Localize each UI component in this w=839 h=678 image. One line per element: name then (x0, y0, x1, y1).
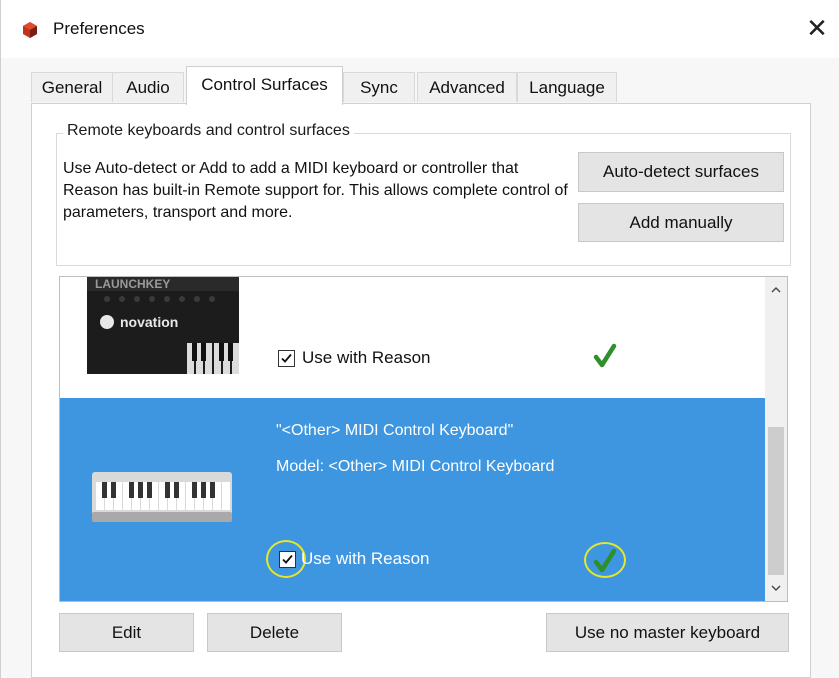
add-manually-button[interactable]: Add manually (578, 203, 784, 242)
reason-app-icon (23, 22, 37, 38)
green-check-icon (593, 548, 617, 573)
midi-keyboard-thumbnail (92, 472, 232, 522)
delete-button[interactable]: Delete (207, 613, 342, 652)
group-title: Remote keyboards and control surfaces (63, 122, 354, 140)
list-item-selected[interactable]: "<Other> MIDI Control Keyboard" Model: <… (60, 398, 765, 601)
tab-sync[interactable]: Sync (343, 72, 415, 102)
scroll-down-arrow-icon[interactable] (765, 577, 787, 599)
scroll-up-arrow-icon[interactable] (765, 279, 787, 301)
highlight-circle-checkbox (266, 540, 306, 578)
novation-keyboard-thumbnail: LAUNCHKEY novation (87, 277, 239, 374)
scroll-thumb[interactable] (768, 427, 784, 575)
list-item[interactable]: LAUNCHKEY novation Use with Reason (60, 277, 765, 398)
title-bar: Preferences ✕ (1, 0, 839, 58)
edit-button[interactable]: Edit (59, 613, 194, 652)
green-check-icon (593, 343, 617, 368)
group-description: Use Auto-detect or Add to add a MIDI key… (63, 160, 568, 221)
tab-control-surfaces[interactable]: Control Surfaces (186, 66, 343, 105)
close-icon: ✕ (806, 12, 828, 43)
list-scrollbar[interactable] (765, 277, 787, 601)
tab-general[interactable]: General (31, 72, 113, 102)
checkmark-icon (281, 353, 292, 363)
surfaces-list[interactable]: LAUNCHKEY novation Use with Reason "<Oth… (59, 276, 788, 602)
svg-text:LAUNCHKEY: LAUNCHKEY (95, 277, 170, 291)
surface-model: Model: <Other> MIDI Control Keyboard (276, 458, 555, 475)
use-with-reason-label: Use with Reason (302, 348, 431, 367)
tab-audio[interactable]: Audio (112, 72, 184, 102)
use-with-reason-label-selected: Use with Reason (301, 549, 430, 568)
tab-language[interactable]: Language (517, 72, 617, 102)
no-master-keyboard-button[interactable]: Use no master keyboard (546, 613, 789, 652)
close-button[interactable]: ✕ (794, 8, 839, 48)
window-title: Preferences (53, 19, 145, 38)
surface-name: "<Other> MIDI Control Keyboard" (276, 422, 514, 439)
preferences-window: Preferences ✕ General Audio Control Surf… (0, 0, 839, 678)
svg-text:novation: novation (120, 314, 178, 330)
tab-advanced[interactable]: Advanced (417, 72, 517, 102)
auto-detect-button[interactable]: Auto-detect surfaces (578, 152, 784, 192)
use-with-reason-checkbox[interactable] (278, 350, 295, 367)
